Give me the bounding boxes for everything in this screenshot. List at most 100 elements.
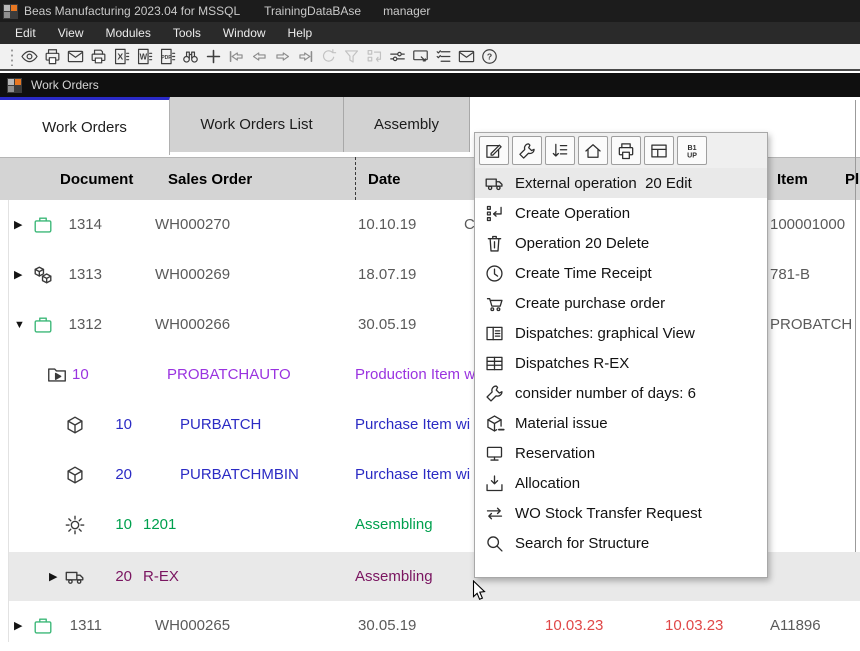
tab-work-orders-list[interactable]: Work Orders List: [170, 97, 344, 152]
main-toolbar: XWPDF?: [0, 44, 860, 71]
cart-icon: [484, 293, 505, 314]
svg-text:UP: UP: [687, 151, 697, 159]
last-record-icon[interactable]: [296, 47, 315, 66]
find-icon[interactable]: [181, 47, 200, 66]
menu-item-consider-number-of-days-6[interactable]: consider number of days: 6: [475, 378, 767, 408]
print-icon: [43, 47, 62, 66]
column-header-date[interactable]: Date: [368, 158, 401, 201]
menu-item-create-operation[interactable]: Create Operation: [475, 198, 767, 228]
expand-arrow[interactable]: ▶: [14, 200, 22, 250]
menu-item-create-time-receipt[interactable]: Create Time Receipt: [475, 258, 767, 288]
next-record-icon[interactable]: [273, 47, 292, 66]
tab-assembly[interactable]: Assembly: [344, 97, 470, 152]
collapse-arrow[interactable]: ▼: [14, 300, 25, 350]
position-name: PURBATCH: [180, 400, 261, 450]
first-record-icon[interactable]: [227, 47, 246, 66]
layout-button[interactable]: [644, 136, 674, 165]
column-header-document[interactable]: Document: [60, 158, 133, 201]
position-description: Purchase Item wi: [355, 400, 470, 450]
date: 10.10.19: [358, 200, 416, 250]
date: 30.05.19: [358, 300, 416, 350]
position-number: 20: [100, 552, 132, 601]
column-header-pl[interactable]: Pl: [845, 158, 859, 201]
edit-button[interactable]: [479, 136, 509, 165]
menu-item-wo-stock-transfer-request[interactable]: WO Stock Transfer Request: [475, 498, 767, 528]
screen-select-icon[interactable]: [411, 47, 430, 66]
menu-item-dispatches-graphical-view[interactable]: Dispatches: graphical View: [475, 318, 767, 348]
position-number: 10: [100, 500, 132, 550]
column-header-sales-order[interactable]: Sales Order: [168, 158, 252, 201]
menu-item-label: External operation 20 Edit: [515, 175, 692, 192]
sort-list-button[interactable]: [545, 136, 575, 165]
menu-edit[interactable]: Edit: [4, 26, 47, 40]
print-icon: [616, 141, 636, 161]
menu-item-operation-20-delete[interactable]: Operation 20 Delete: [475, 228, 767, 258]
menu-item-external-operation-20-edit[interactable]: External operation 20 Edit: [475, 168, 767, 198]
previous-record-icon[interactable]: [250, 47, 269, 66]
add-icon[interactable]: [204, 47, 223, 66]
mail-icon[interactable]: [457, 47, 476, 66]
expand-arrow[interactable]: ▶: [49, 552, 57, 601]
print-document-icon[interactable]: [89, 47, 108, 66]
checklist-icon: [434, 47, 453, 66]
mail-icon: [457, 47, 476, 66]
send-mail-icon[interactable]: [66, 47, 85, 66]
search-icon: [484, 533, 505, 554]
position-name: R-EX: [143, 552, 179, 601]
menu-view[interactable]: View: [47, 26, 95, 40]
refresh-icon: [319, 47, 338, 66]
position-description: Assembling: [355, 500, 433, 550]
menu-tools[interactable]: Tools: [162, 26, 212, 40]
add-icon: [204, 47, 223, 66]
expand-arrow[interactable]: ▶: [14, 601, 22, 642]
print-button[interactable]: [611, 136, 641, 165]
app-logo-icon: [3, 4, 18, 19]
menu-modules[interactable]: Modules: [94, 26, 161, 40]
b1up-button[interactable]: B1UP: [677, 136, 707, 165]
swap-arrows-icon: [484, 503, 505, 524]
wrench-icon: [484, 383, 505, 404]
document-number: 1312: [40, 300, 102, 350]
menu-help[interactable]: Help: [277, 26, 324, 40]
menu-item-allocation[interactable]: Allocation: [475, 468, 767, 498]
grid-row-1311[interactable]: ▶1311WH00026530.05.1910.03.2310.03.23A11…: [0, 601, 860, 642]
preview-icon[interactable]: [20, 47, 39, 66]
expand-arrow[interactable]: ▶: [14, 250, 22, 300]
print-icon[interactable]: [43, 47, 62, 66]
allocation-icon: [484, 473, 505, 494]
home-button[interactable]: [578, 136, 608, 165]
item-code: 781-B: [770, 250, 810, 300]
export-word-icon[interactable]: W: [135, 47, 154, 66]
cube-icon: [64, 414, 86, 436]
trash-icon: [484, 233, 505, 254]
clock-icon: [484, 263, 505, 284]
export-excel-icon[interactable]: X: [112, 47, 131, 66]
menu-item-label: Operation 20 Delete: [515, 235, 649, 252]
menu-item-dispatches-r-ex[interactable]: Dispatches R-EX: [475, 348, 767, 378]
settings-sliders-icon[interactable]: [388, 47, 407, 66]
delivery-date: 10.03.23: [545, 601, 603, 642]
column-header-item[interactable]: Item: [777, 158, 808, 201]
export-pdf-icon[interactable]: PDF: [158, 47, 177, 66]
menu-item-reservation[interactable]: Reservation: [475, 438, 767, 468]
menu-window[interactable]: Window: [212, 26, 277, 40]
menu-item-search-for-structure[interactable]: Search for Structure: [475, 528, 767, 558]
menu-item-label: Search for Structure: [515, 535, 649, 552]
menu-item-label: Material issue: [515, 415, 608, 432]
help-icon[interactable]: ?: [480, 47, 499, 66]
toolbar-grip[interactable]: [10, 48, 14, 66]
position-number: 10: [100, 400, 132, 450]
position-description: Production Item w: [355, 350, 475, 400]
document-number: 1314: [40, 200, 102, 250]
tab-work-orders[interactable]: Work Orders: [0, 97, 170, 155]
sales-order: WH000266: [155, 300, 230, 350]
menu-item-material-issue[interactable]: Material issue: [475, 408, 767, 438]
menu-item-create-purchase-order[interactable]: Create purchase order: [475, 288, 767, 318]
monitor-icon: [484, 443, 505, 464]
export-pdf-icon: PDF: [158, 47, 177, 66]
checklist-icon[interactable]: [434, 47, 453, 66]
export-excel-icon: X: [112, 47, 131, 66]
due-date: 10.03.23: [665, 601, 723, 642]
grid-left-gutter-line: [8, 200, 9, 642]
wrench-button[interactable]: [512, 136, 542, 165]
